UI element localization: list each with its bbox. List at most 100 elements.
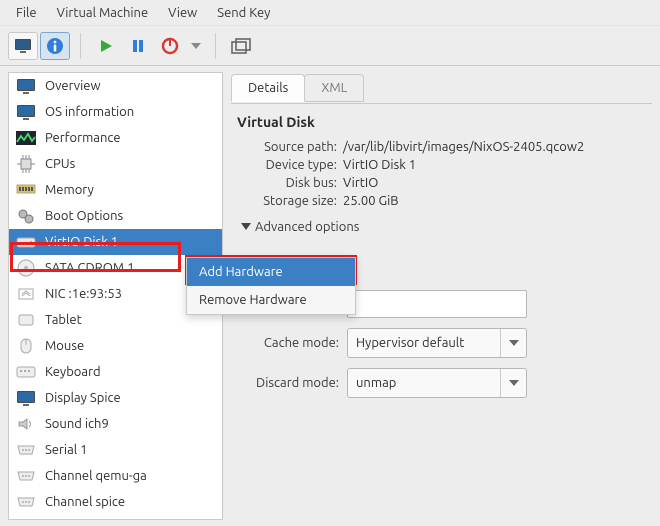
sidebar-item-label: Display Spice xyxy=(45,391,121,405)
sidebar-item-virtio-disk-1[interactable]: VirtIO Disk 1 xyxy=(9,229,222,255)
serial-input[interactable] xyxy=(347,290,527,318)
row-device-type: Device type: VirtIO Disk 1 xyxy=(237,156,646,174)
label-cache-mode: Cache mode: xyxy=(237,336,347,350)
run-button[interactable] xyxy=(91,32,121,60)
row-cache-mode: Cache mode: Hypervisor default xyxy=(237,328,646,358)
sidebar-item-performance[interactable]: Performance xyxy=(9,125,222,151)
mouse-icon xyxy=(15,337,37,355)
sidebar-item-keyboard[interactable]: Keyboard xyxy=(9,359,222,385)
play-icon xyxy=(98,38,114,54)
panel-title: Virtual Disk xyxy=(237,114,646,130)
value-device-type: VirtIO Disk 1 xyxy=(343,158,416,172)
sidebar-item-label: Mouse xyxy=(45,339,84,353)
chevron-down-icon xyxy=(509,340,519,346)
memory-icon xyxy=(15,181,37,199)
sidebar-item-label: VirtIO Disk 1 xyxy=(45,235,118,249)
console-button[interactable] xyxy=(8,32,38,60)
cache-mode-value: Hypervisor default xyxy=(348,336,500,350)
menubar: File Virtual Machine View Send Key xyxy=(0,0,660,26)
sidebar-item-label: Memory xyxy=(45,183,94,197)
toolbar xyxy=(0,26,660,66)
monitor-icon xyxy=(15,103,37,121)
advanced-options-label: Advanced options xyxy=(255,220,359,234)
value-source-path: /var/lib/libvirt/images/NixOS-2405.qcow2 xyxy=(343,140,584,154)
shutdown-menu-button[interactable] xyxy=(187,32,205,60)
toolbar-separator xyxy=(215,33,216,59)
label-source-path: Source path: xyxy=(247,140,343,154)
sidebar-item-label: Sound ich9 xyxy=(45,417,109,431)
shutdown-button[interactable] xyxy=(155,32,185,60)
sidebar-item-cpus[interactable]: CPUs xyxy=(9,151,222,177)
sidebar-item-label: Channel qemu-ga xyxy=(45,469,147,483)
row-storage-size: Storage size: 25.00 GiB xyxy=(237,192,646,210)
advanced-options-expander[interactable]: Advanced options xyxy=(241,220,646,234)
sidebar-item-memory[interactable]: Memory xyxy=(9,177,222,203)
row-discard-mode: Discard mode: unmap xyxy=(237,368,646,398)
discard-mode-value: unmap xyxy=(348,376,500,390)
serial-icon xyxy=(15,441,37,459)
menu-view[interactable]: View xyxy=(158,2,207,24)
sidebar-item-serial-1[interactable]: Serial 1 xyxy=(9,437,222,463)
pause-icon xyxy=(130,38,146,54)
cdrom-icon xyxy=(15,259,37,277)
sidebar-item-label: NIC :1e:93:53 xyxy=(45,287,122,301)
tab-details[interactable]: Details xyxy=(231,74,305,102)
menu-virtual-machine[interactable]: Virtual Machine xyxy=(47,2,159,24)
serial-icon xyxy=(15,493,37,511)
cache-mode-dropdown-button[interactable] xyxy=(500,329,526,357)
sidebar-item-label: Keyboard xyxy=(45,365,101,379)
sidebar-item-label: OS information xyxy=(45,105,134,119)
power-icon xyxy=(161,37,179,55)
context-menu-remove-hardware[interactable]: Remove Hardware xyxy=(187,286,355,314)
pause-button[interactable] xyxy=(123,32,153,60)
label-discard-mode: Discard mode: xyxy=(237,376,347,390)
sidebar-item-display-spice[interactable]: Display Spice xyxy=(9,385,222,411)
sidebar-item-label: SATA CDROM 1 xyxy=(45,261,134,275)
row-disk-bus: Disk bus: VirtIO xyxy=(237,174,646,192)
nic-icon xyxy=(15,285,37,303)
sidebar-item-label: Tablet xyxy=(45,313,82,327)
sidebar-item-os-information[interactable]: OS information xyxy=(9,99,222,125)
tabs: Details XML xyxy=(231,72,652,104)
row-source-path: Source path: /var/lib/libvirt/images/Nix… xyxy=(237,138,646,156)
chevron-down-icon xyxy=(509,380,519,386)
context-menu-add-hardware[interactable]: Add Hardware xyxy=(187,258,355,286)
cache-mode-combo[interactable]: Hypervisor default xyxy=(347,328,527,358)
chevron-down-icon xyxy=(241,223,251,231)
sidebar-item-label: Performance xyxy=(45,131,121,145)
disk-icon xyxy=(15,233,37,251)
label-disk-bus: Disk bus: xyxy=(247,176,343,190)
details-button[interactable] xyxy=(40,32,70,60)
cpu-icon xyxy=(15,155,37,173)
discard-mode-dropdown-button[interactable] xyxy=(500,369,526,397)
monitor-icon xyxy=(14,38,32,54)
gears-icon xyxy=(15,207,37,225)
context-menu: Add Hardware Remove Hardware xyxy=(186,257,356,315)
sidebar-item-boot-options[interactable]: Boot Options xyxy=(9,203,222,229)
monitor-icon xyxy=(15,77,37,95)
sidebar-item-label: Overview xyxy=(45,79,101,93)
sidebar-item-label: CPUs xyxy=(45,157,75,171)
sidebar-item-label: Serial 1 xyxy=(45,443,87,457)
keyboard-icon xyxy=(15,363,37,381)
menu-send-key[interactable]: Send Key xyxy=(207,2,280,24)
toolbar-separator xyxy=(80,33,81,59)
performance-icon xyxy=(15,129,37,147)
snapshots-button[interactable] xyxy=(226,32,256,60)
monitor-icon xyxy=(15,389,37,407)
tab-xml[interactable]: XML xyxy=(304,74,364,102)
info-icon xyxy=(46,37,64,55)
discard-mode-combo[interactable]: unmap xyxy=(347,368,527,398)
sidebar-item-mouse[interactable]: Mouse xyxy=(9,333,222,359)
chevron-down-icon xyxy=(191,43,201,49)
sound-icon xyxy=(15,415,37,433)
sidebar-item-overview[interactable]: Overview xyxy=(9,73,222,99)
sidebar-item-label: Channel spice xyxy=(45,495,125,509)
snapshots-icon xyxy=(231,38,251,54)
sidebar-item-sound[interactable]: Sound ich9 xyxy=(9,411,222,437)
value-storage-size: 25.00 GiB xyxy=(343,194,399,208)
serial-icon xyxy=(15,467,37,485)
sidebar-item-channel-qemu-ga[interactable]: Channel qemu-ga xyxy=(9,463,222,489)
menu-file[interactable]: File xyxy=(6,2,47,24)
sidebar-item-channel-spice[interactable]: Channel spice xyxy=(9,489,222,515)
